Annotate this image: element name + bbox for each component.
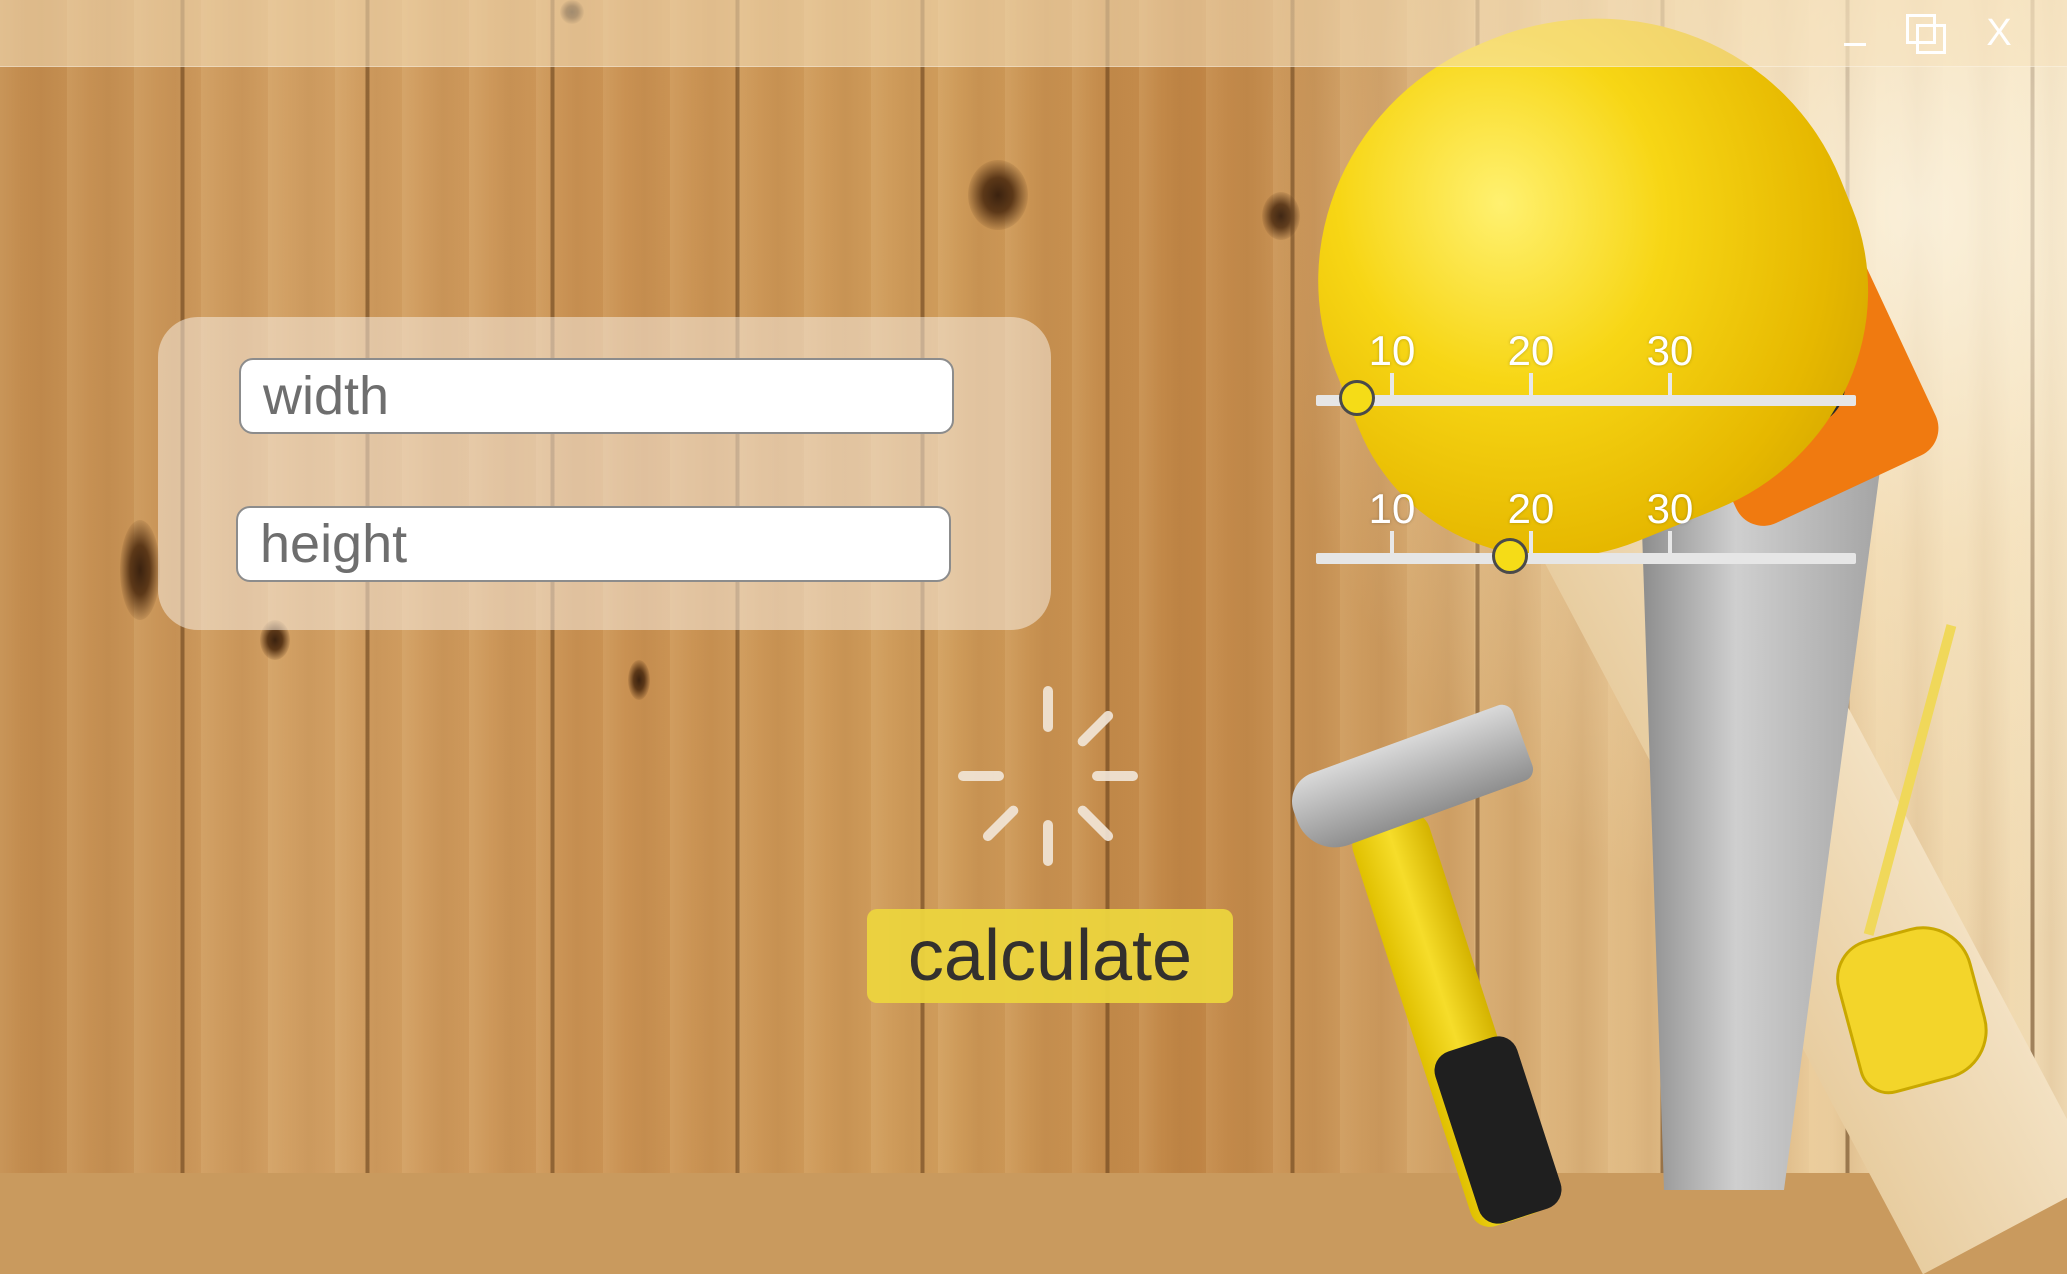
slider-tick-label: 30 <box>1646 485 1694 532</box>
slider-tick-label: 20 <box>1507 485 1555 532</box>
wood-knot <box>120 520 160 620</box>
minimize-button[interactable] <box>1830 8 1880 58</box>
slider-track[interactable] <box>1316 395 1856 406</box>
slider-tick <box>1668 373 1672 395</box>
slider-tick <box>1668 531 1672 553</box>
slider-tick <box>1390 531 1394 553</box>
slider-tick <box>1529 531 1533 553</box>
calculate-button[interactable]: calculate <box>867 909 1233 1003</box>
width-slider[interactable]: 10 20 30 <box>1316 327 1856 416</box>
slider-thumb[interactable] <box>1492 538 1529 574</box>
slider-tick-label: 20 <box>1507 327 1555 374</box>
slider-tick <box>1390 373 1394 395</box>
height-slider[interactable]: 10 20 30 <box>1316 485 1856 574</box>
wood-knot <box>968 160 1028 230</box>
height-input[interactable] <box>236 506 951 582</box>
slider-tick <box>1529 373 1533 395</box>
slider-tick-label: 10 <box>1368 485 1416 532</box>
wood-knot <box>628 660 650 700</box>
spinner-spoke <box>958 771 1004 781</box>
minimize-icon <box>1844 43 1866 46</box>
spinner-spoke <box>1092 771 1138 781</box>
restore-window-icon-back <box>1916 24 1946 54</box>
maximize-button[interactable] <box>1900 8 1950 58</box>
slider-thumb[interactable] <box>1339 380 1376 416</box>
width-input[interactable] <box>239 358 954 434</box>
slider-track[interactable] <box>1316 553 1856 564</box>
close-button[interactable]: X <box>1974 8 2024 58</box>
title-bar: X <box>0 0 2067 67</box>
spinner-spoke <box>1043 686 1053 732</box>
slider-tick-label: 30 <box>1646 327 1694 374</box>
slider-tick-label: 10 <box>1368 327 1416 374</box>
spinner-spoke <box>1043 820 1053 866</box>
